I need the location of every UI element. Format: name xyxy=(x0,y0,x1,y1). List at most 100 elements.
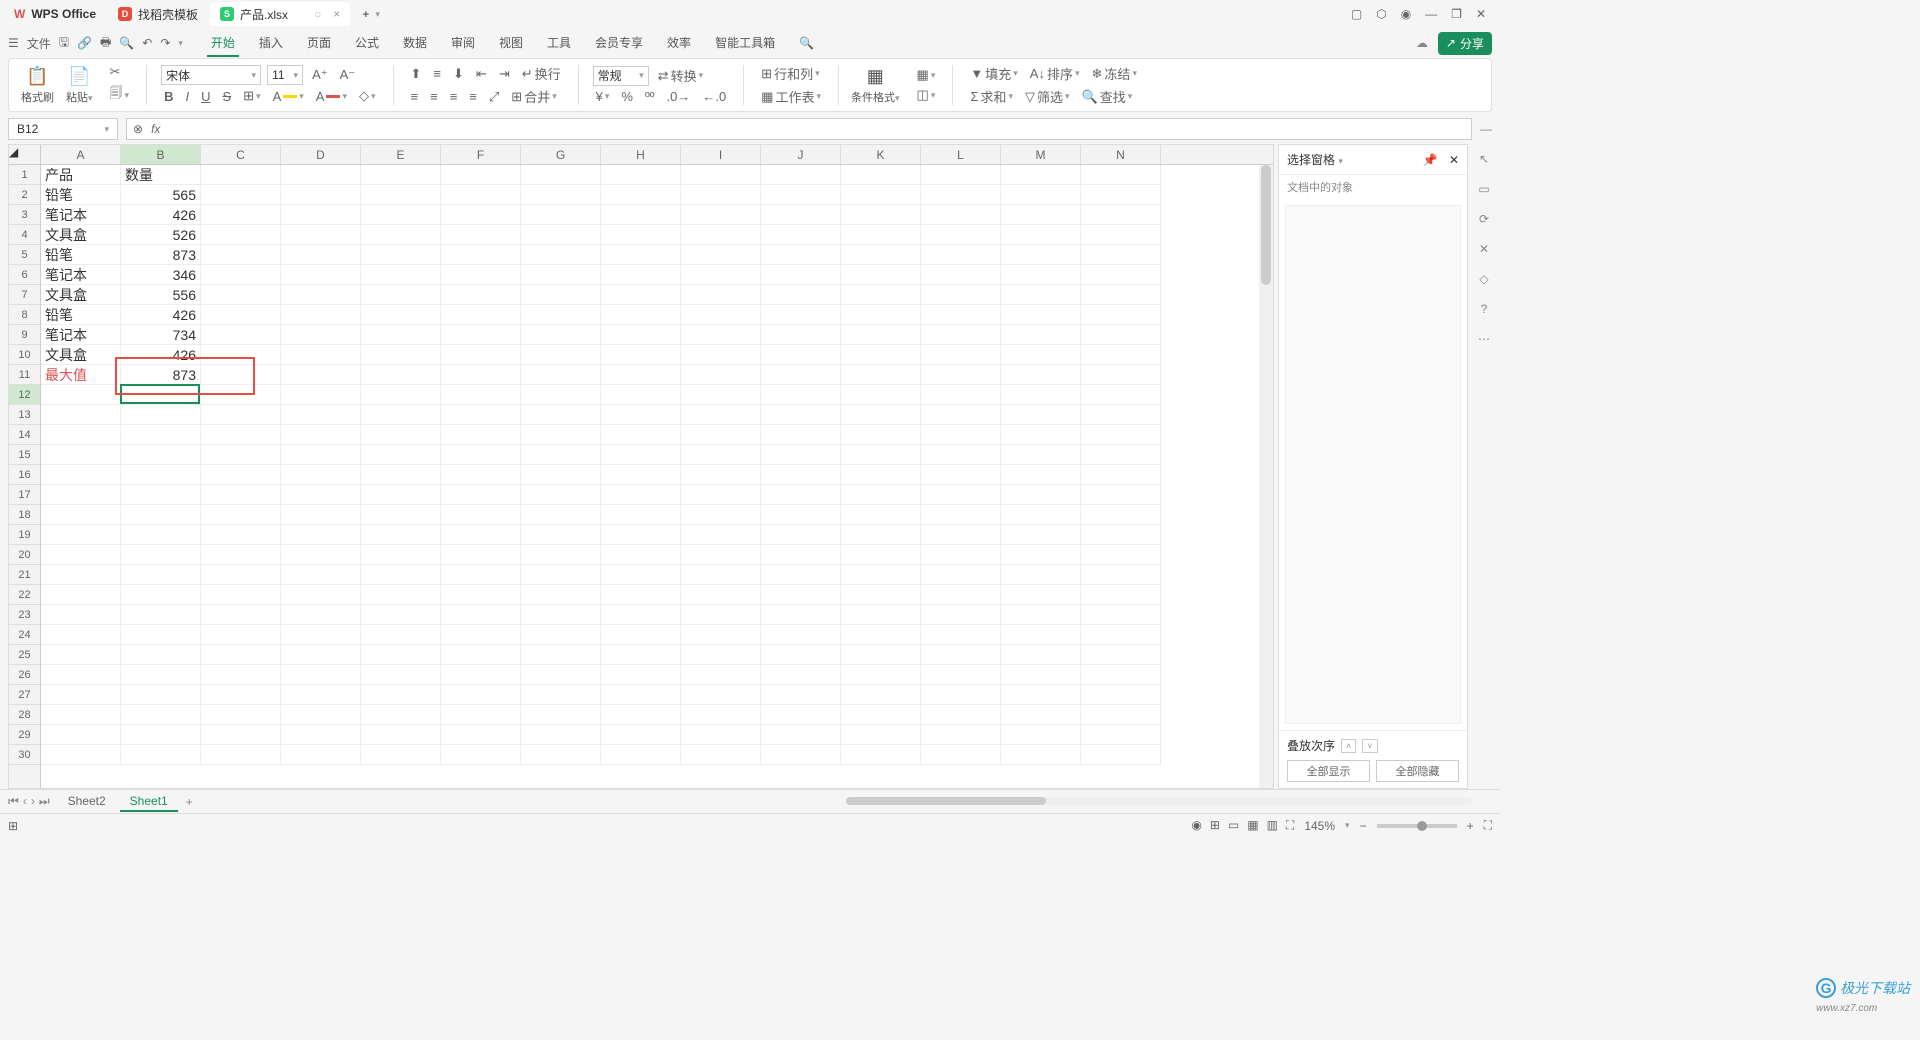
redo-icon[interactable]: ↷ xyxy=(160,36,170,50)
row-header-23[interactable]: 23 xyxy=(9,605,40,625)
cloud-icon[interactable]: ☁ xyxy=(1416,36,1428,50)
menu-tab-7[interactable]: 工具 xyxy=(543,30,575,57)
zoom-out-icon[interactable]: − xyxy=(1360,819,1367,833)
zoom-slider[interactable] xyxy=(1377,824,1457,828)
copy-icon[interactable]: 🗐▾ xyxy=(107,83,133,107)
menu-tab-2[interactable]: 页面 xyxy=(303,30,335,57)
row-header-14[interactable]: 14 xyxy=(9,425,40,445)
dec-inc-icon[interactable]: .0→ xyxy=(663,88,693,105)
col-header-K[interactable]: K xyxy=(841,145,921,164)
rowcol-button[interactable]: ⊞行和列▾ xyxy=(758,63,822,84)
status-icon[interactable]: ⊞ xyxy=(8,819,18,833)
cell-B9[interactable]: 734 xyxy=(121,325,201,345)
row-header-28[interactable]: 28 xyxy=(9,705,40,725)
row-header-9[interactable]: 9 xyxy=(9,325,40,345)
paste-button[interactable]: 📄 粘贴▾ xyxy=(62,64,97,107)
filter-button[interactable]: ▽筛选▾ xyxy=(1022,86,1073,107)
row-header-26[interactable]: 26 xyxy=(9,665,40,685)
cell-B11[interactable]: 873 xyxy=(121,365,201,385)
row-header-4[interactable]: 4 xyxy=(9,225,40,245)
underline-button[interactable]: U xyxy=(198,88,213,105)
row-header-3[interactable]: 3 xyxy=(9,205,40,225)
row-header-29[interactable]: 29 xyxy=(9,725,40,745)
cell-B3[interactable]: 426 xyxy=(121,205,201,225)
col-header-H[interactable]: H xyxy=(601,145,681,164)
comma-icon[interactable]: ºº xyxy=(642,88,658,105)
cell-A10[interactable]: 文具盒 xyxy=(41,345,121,365)
view-icon-5[interactable]: ⛶ xyxy=(1286,818,1294,833)
cell-A3[interactable]: 笔记本 xyxy=(41,205,121,225)
col-header-N[interactable]: N xyxy=(1081,145,1161,164)
sheet-tab-Sheet2[interactable]: Sheet2 xyxy=(58,792,116,812)
indent-dec-icon[interactable]: ⇤ xyxy=(473,65,490,83)
freeze-button[interactable]: ❄冻结▾ xyxy=(1089,63,1140,84)
sum-button[interactable]: Σ求和▾ xyxy=(967,86,1016,107)
collapse-sidebar-icon[interactable]: — xyxy=(1480,122,1492,136)
wrap-button[interactable]: ↵换行 xyxy=(519,63,564,84)
col-header-A[interactable]: A xyxy=(41,145,121,164)
menu-tab-1[interactable]: 插入 xyxy=(255,30,287,57)
menu-icon[interactable]: ☰ xyxy=(8,36,19,50)
fx-icon[interactable]: fx xyxy=(151,122,160,136)
cell-style-icon[interactable]: ◫▾ xyxy=(914,86,939,104)
cell-A7[interactable]: 文具盒 xyxy=(41,285,121,305)
view-icon-2[interactable]: ▭ xyxy=(1228,818,1239,833)
align-top-icon[interactable]: ⬆ xyxy=(408,65,425,83)
orientation-icon[interactable]: ⤢ xyxy=(486,88,502,106)
cell-B2[interactable]: 565 xyxy=(121,185,201,205)
row-header-27[interactable]: 27 xyxy=(9,685,40,705)
align-bottom-icon[interactable]: ⬇ xyxy=(450,65,467,83)
name-box[interactable]: B12 ▾ xyxy=(8,118,118,140)
row-header-22[interactable]: 22 xyxy=(9,585,40,605)
cell-A5[interactable]: 铅笔 xyxy=(41,245,121,265)
app-tab[interactable]: W WPS Office xyxy=(4,2,106,26)
show-all-button[interactable]: 全部显示 xyxy=(1287,760,1370,782)
cell-B1[interactable]: 数量 xyxy=(121,165,201,185)
col-header-M[interactable]: M xyxy=(1001,145,1081,164)
indent-inc-icon[interactable]: ⇥ xyxy=(496,65,513,83)
side-rail-icon-3[interactable]: ✕ xyxy=(1479,242,1489,256)
menu-tab-4[interactable]: 数据 xyxy=(399,30,431,57)
col-header-D[interactable]: D xyxy=(281,145,361,164)
view-icon-0[interactable]: ◉ xyxy=(1191,818,1201,833)
order-down-icon[interactable]: ˅ xyxy=(1362,739,1377,753)
app-cube-icon[interactable]: ⬡ xyxy=(1376,7,1386,21)
cell-B6[interactable]: 346 xyxy=(121,265,201,285)
maximize-icon[interactable]: ❐ xyxy=(1451,7,1462,21)
side-rail-icon-5[interactable]: ? xyxy=(1481,302,1488,316)
clear-format-button[interactable]: ◇▾ xyxy=(356,87,379,105)
row-header-15[interactable]: 15 xyxy=(9,445,40,465)
cond-format-button[interactable]: ▦ 条件格式▾ xyxy=(847,64,904,107)
increase-font-icon[interactable]: A⁺ xyxy=(309,66,331,84)
vscroll-thumb[interactable] xyxy=(1261,165,1271,285)
zoom-value[interactable]: 145% xyxy=(1304,819,1335,833)
col-header-J[interactable]: J xyxy=(761,145,841,164)
cell-B8[interactable]: 426 xyxy=(121,305,201,325)
align-middle-icon[interactable]: ≡ xyxy=(430,65,444,82)
align-justify-icon[interactable]: ≡ xyxy=(466,88,480,105)
border-button[interactable]: ⊞▾ xyxy=(240,87,263,105)
templates-tab[interactable]: D 找稻壳模板 xyxy=(108,2,208,26)
cell-A6[interactable]: 笔记本 xyxy=(41,265,121,285)
cell-A11[interactable]: 最大值 xyxy=(41,365,121,385)
cell-A9[interactable]: 笔记本 xyxy=(41,325,121,345)
merge-button[interactable]: ⊞合并▾ xyxy=(508,86,559,107)
row-header-6[interactable]: 6 xyxy=(9,265,40,285)
decrease-font-icon[interactable]: A⁻ xyxy=(337,66,359,84)
side-rail-icon-2[interactable]: ⟳ xyxy=(1479,212,1489,226)
view-icon-3[interactable]: ▦ xyxy=(1247,818,1258,833)
row-header-5[interactable]: 5 xyxy=(9,245,40,265)
col-header-B[interactable]: B xyxy=(121,145,201,164)
preview-icon[interactable]: 🔍 xyxy=(119,36,134,50)
sheet-nav-0[interactable]: ⏮ xyxy=(8,794,19,809)
align-right-icon[interactable]: ≡ xyxy=(447,88,461,105)
col-header-F[interactable]: F xyxy=(441,145,521,164)
row-header-7[interactable]: 7 xyxy=(9,285,40,305)
cut-icon[interactable]: ✂ xyxy=(107,63,124,81)
row-header-16[interactable]: 16 xyxy=(9,465,40,485)
sort-button[interactable]: A↓排序▾ xyxy=(1027,63,1083,84)
sheet-tab-Sheet1[interactable]: Sheet1 xyxy=(120,792,178,812)
new-tab-button[interactable]: + ▾ xyxy=(352,2,390,26)
row-header-20[interactable]: 20 xyxy=(9,545,40,565)
search-icon[interactable]: 🔍 xyxy=(799,36,814,50)
